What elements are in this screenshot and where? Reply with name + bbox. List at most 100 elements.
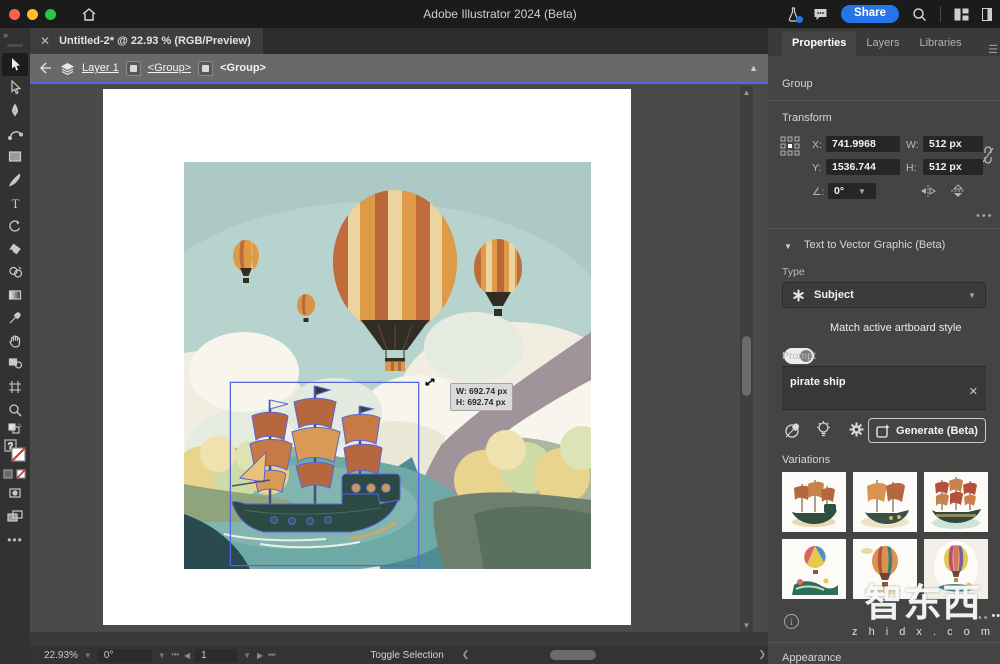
t2v-section-title: Text to Vector Graphic (Beta) bbox=[804, 239, 945, 251]
next-artboard-icon[interactable]: ▶ bbox=[257, 651, 264, 660]
screen-mode-icon[interactable] bbox=[2, 504, 28, 527]
tab-close-icon[interactable]: ✕ bbox=[40, 34, 50, 48]
tool-rectangle[interactable] bbox=[2, 145, 28, 168]
scroll-right-icon[interactable]: ❯ bbox=[758, 649, 766, 660]
share-button[interactable]: Share bbox=[841, 5, 899, 23]
selection-bounding-box[interactable] bbox=[230, 382, 419, 566]
prompt-input[interactable]: pirate ship ✕ bbox=[782, 366, 986, 410]
selection-type-label: Group bbox=[782, 78, 813, 90]
vertical-scroll-thumb[interactable] bbox=[742, 336, 751, 396]
variation-thumb-balloon-2[interactable] bbox=[853, 539, 917, 599]
document-tab-title: Untitled-2* @ 22.93 % (RGB/Preview) bbox=[59, 35, 251, 47]
scroll-down-icon[interactable]: ▼ bbox=[742, 621, 751, 630]
variation-thumb-ship-3[interactable] bbox=[924, 472, 988, 532]
tab-libraries[interactable]: Libraries bbox=[909, 31, 971, 56]
variation-thumb-balloon-3[interactable] bbox=[924, 539, 988, 599]
tool-zoom[interactable] bbox=[2, 398, 28, 421]
vertical-scrollbar[interactable]: ▲ ▼ bbox=[740, 86, 753, 632]
beta-flask-icon[interactable] bbox=[787, 7, 800, 22]
flip-vertical-icon[interactable] bbox=[950, 184, 966, 198]
measurement-tooltip: W: 692.74 px H: 692.74 px bbox=[450, 383, 513, 411]
section-collapse-icon[interactable]: ▼ bbox=[784, 242, 792, 251]
x-label: X: bbox=[812, 139, 822, 151]
tab-properties[interactable]: Properties bbox=[782, 31, 856, 56]
tool-eraser[interactable] bbox=[2, 237, 28, 260]
feedback-icon[interactable] bbox=[813, 7, 828, 21]
panel-menu-icon[interactable]: ☰ bbox=[988, 43, 1000, 56]
suggestions-lightbulb-icon[interactable] bbox=[816, 421, 831, 439]
constrain-proportions-icon[interactable] bbox=[981, 146, 995, 164]
tool-hand[interactable] bbox=[2, 329, 28, 352]
toolbar-drag-handle[interactable] bbox=[7, 44, 23, 47]
tool-type[interactable]: T bbox=[2, 191, 28, 214]
variation-thumb-balloon-1[interactable] bbox=[782, 539, 846, 599]
breadcrumb-group[interactable]: <Group> bbox=[148, 62, 191, 74]
prev-artboard-icon[interactable]: ◀ bbox=[184, 651, 191, 660]
toolbar-more-icon[interactable]: ••• bbox=[7, 533, 23, 547]
h-input[interactable]: 512 px bbox=[923, 159, 983, 175]
zoom-dropdown-icon[interactable]: ▼ bbox=[84, 651, 92, 660]
fill-stroke-swatch[interactable]: ? bbox=[2, 437, 28, 467]
draw-mode-icon[interactable] bbox=[2, 481, 28, 504]
svg-text:T: T bbox=[11, 196, 19, 210]
scroll-up-icon[interactable]: ▲ bbox=[742, 88, 751, 97]
workspace-switcher-icon[interactable] bbox=[954, 8, 969, 21]
tool-gradient[interactable] bbox=[2, 283, 28, 306]
toolbar-collapse-icon[interactable]: » bbox=[3, 30, 7, 40]
tool-shape-builder[interactable] bbox=[2, 260, 28, 283]
angle-select[interactable]: 0°▼ bbox=[828, 183, 876, 199]
swap-fill-stroke-icon[interactable] bbox=[2, 421, 28, 437]
variation-thumb-ship-1[interactable] bbox=[782, 472, 846, 532]
tool-paintbrush[interactable] bbox=[2, 168, 28, 191]
controlbar-collapse-icon[interactable]: ▲ bbox=[749, 63, 758, 73]
w-input[interactable]: 512 px bbox=[923, 136, 983, 152]
panel-divider bbox=[768, 100, 1000, 101]
scroll-left-icon[interactable]: ❮ bbox=[462, 649, 470, 660]
tool-selection[interactable] bbox=[2, 53, 28, 76]
variations-more-icon[interactable]: ••• bbox=[972, 612, 990, 624]
transform-more-options-icon[interactable]: ••• bbox=[976, 210, 994, 222]
tool-direct-selection[interactable] bbox=[2, 76, 28, 99]
chevron-down-icon: ▼ bbox=[968, 291, 976, 300]
status-bar: 22.93% ▼ 0° ▼ ⏮ ◀ 1 ▼ ▶ ⏭ Toggle Selecti… bbox=[30, 646, 768, 664]
variations-label: Variations bbox=[782, 454, 830, 466]
canvas-area[interactable]: W: 692.74 px H: 692.74 px ▲ ▼ bbox=[30, 86, 754, 632]
tool-rotate[interactable] bbox=[2, 214, 28, 237]
artboard-dropdown-icon[interactable]: ▼ bbox=[243, 651, 251, 660]
tool-artboard[interactable] bbox=[2, 375, 28, 398]
rotation-value[interactable]: 0° bbox=[98, 649, 152, 662]
last-artboard-icon[interactable]: ⏭ bbox=[268, 650, 276, 660]
generation-settings-gear-icon[interactable] bbox=[848, 421, 865, 438]
artboard-number[interactable]: 1 bbox=[195, 649, 237, 662]
zoom-level[interactable]: 22.93% bbox=[44, 650, 78, 661]
type-select[interactable]: Subject ▼ bbox=[782, 282, 986, 308]
horizontal-scrollbar[interactable]: ❮ ❯ bbox=[462, 648, 768, 662]
back-arrow-icon[interactable] bbox=[39, 62, 53, 74]
tool-eyedropper[interactable] bbox=[2, 306, 28, 329]
rotation-dropdown-icon[interactable]: ▼ bbox=[158, 651, 166, 660]
flip-horizontal-icon[interactable] bbox=[920, 184, 936, 198]
type-value: Subject bbox=[814, 289, 959, 301]
breadcrumb-layer[interactable]: Layer 1 bbox=[82, 62, 119, 74]
search-icon[interactable] bbox=[912, 7, 927, 22]
style-picker-icon[interactable] bbox=[784, 422, 802, 439]
breadcrumb-current-group: <Group> bbox=[220, 62, 266, 74]
panel-layout-icon[interactable] bbox=[982, 8, 992, 21]
control-bar: Layer 1 <Group> <Group> ▲ bbox=[30, 54, 768, 84]
clear-prompt-icon[interactable]: ✕ bbox=[969, 385, 978, 398]
document-tab[interactable]: ✕ Untitled-2* @ 22.93 % (RGB/Preview) bbox=[30, 28, 263, 54]
tool-shaper-group[interactable] bbox=[2, 352, 28, 375]
x-input[interactable]: 741.9968 bbox=[826, 136, 900, 152]
tool-pen[interactable] bbox=[2, 99, 28, 122]
variation-thumb-ship-2[interactable] bbox=[853, 472, 917, 532]
info-icon[interactable]: i bbox=[784, 614, 799, 629]
tooltip-height: H: 692.74 px bbox=[456, 397, 507, 408]
tool-curvature[interactable] bbox=[2, 122, 28, 145]
y-input[interactable]: 1536.744 bbox=[826, 159, 900, 175]
first-artboard-icon[interactable]: ⏮ bbox=[172, 650, 180, 660]
tab-layers[interactable]: Layers bbox=[856, 31, 909, 56]
generate-button[interactable]: Generate (Beta) bbox=[868, 418, 986, 443]
reference-point-selector[interactable] bbox=[780, 136, 800, 156]
color-controls[interactable] bbox=[2, 467, 28, 481]
horizontal-scroll-thumb[interactable] bbox=[550, 650, 596, 660]
